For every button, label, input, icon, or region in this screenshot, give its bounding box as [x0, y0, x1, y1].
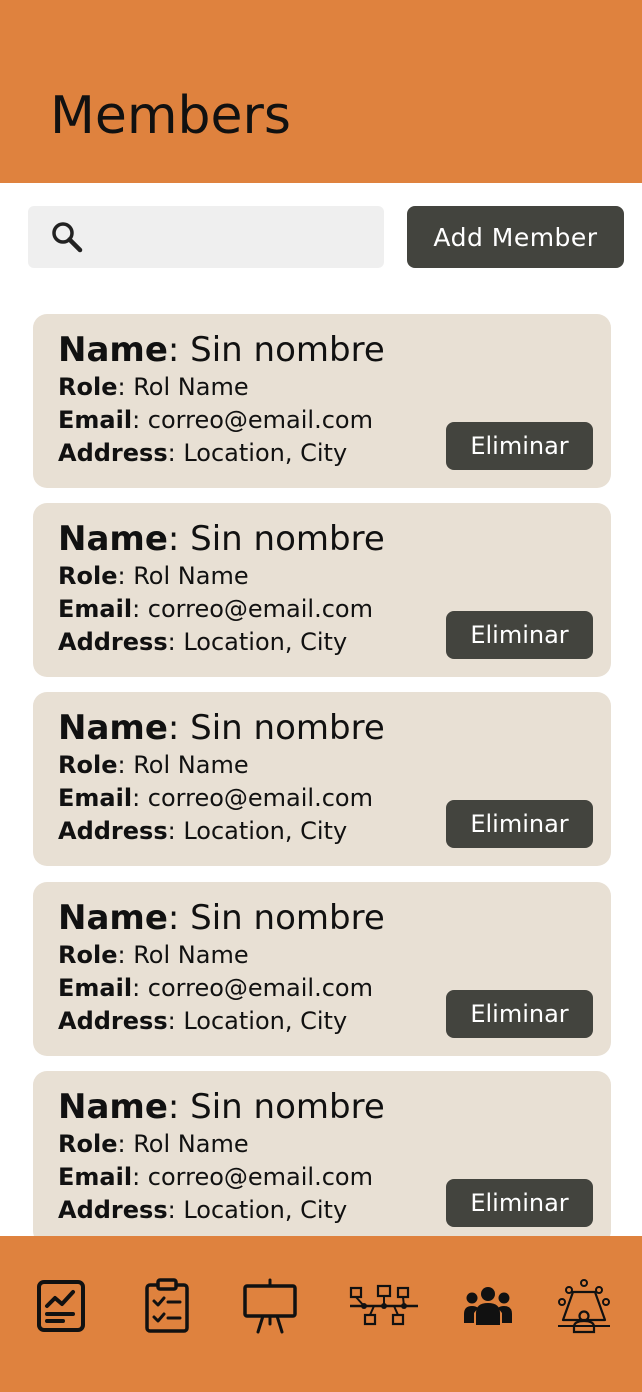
- name-key: Name: [58, 708, 168, 748]
- address-key: Address: [58, 1007, 168, 1035]
- delete-member-button[interactable]: Eliminar: [446, 800, 593, 848]
- bottom-nav: [0, 1236, 642, 1392]
- delete-member-button[interactable]: Eliminar: [446, 422, 593, 470]
- name-value: Sin nombre: [190, 330, 385, 370]
- member-name: Name: Sin nombre: [58, 708, 385, 748]
- email-key: Email: [58, 784, 133, 812]
- member-name: Name: Sin nombre: [58, 519, 385, 559]
- email-key: Email: [58, 406, 133, 434]
- role-key: Role: [58, 941, 118, 969]
- name-value: Sin nombre: [190, 519, 385, 559]
- nav-item-meeting[interactable]: [552, 1274, 616, 1338]
- address-key: Address: [58, 439, 168, 467]
- name-key: Name: [58, 1087, 168, 1127]
- name-key: Name: [58, 519, 168, 559]
- name-key: Name: [58, 898, 168, 938]
- nav-item-tasks[interactable]: [135, 1274, 199, 1338]
- workflow-diagram-icon: [348, 1284, 420, 1328]
- role-key: Role: [58, 562, 118, 590]
- members-group-icon: [463, 1285, 513, 1327]
- meeting-table-icon: [555, 1278, 613, 1334]
- member-role: Role: Rol Name: [58, 1130, 249, 1158]
- member-address: Address: Location, City: [58, 1196, 348, 1224]
- role-value: Rol Name: [133, 562, 249, 590]
- search-input[interactable]: [98, 216, 373, 258]
- member-address: Address: Location, City: [58, 628, 348, 656]
- email-value: correo@email.com: [147, 406, 373, 434]
- member-card: Name: Sin nombre Role: Rol Name Email: c…: [33, 1071, 611, 1236]
- member-list[interactable]: Name: Sin nombre Role: Rol Name Email: c…: [0, 0, 642, 1236]
- address-value: Location, City: [183, 1007, 348, 1035]
- member-address: Address: Location, City: [58, 439, 348, 467]
- role-key: Role: [58, 751, 118, 779]
- member-email: Email: correo@email.com: [58, 784, 373, 812]
- role-key: Role: [58, 1130, 118, 1158]
- email-value: correo@email.com: [147, 1163, 373, 1191]
- name-value: Sin nombre: [190, 1087, 385, 1127]
- role-value: Rol Name: [133, 1130, 249, 1158]
- member-role: Role: Rol Name: [58, 373, 249, 401]
- email-value: correo@email.com: [147, 784, 373, 812]
- member-email: Email: correo@email.com: [58, 595, 373, 623]
- member-email: Email: correo@email.com: [58, 406, 373, 434]
- member-role: Role: Rol Name: [58, 941, 249, 969]
- delete-member-button[interactable]: Eliminar: [446, 990, 593, 1038]
- member-name: Name: Sin nombre: [58, 898, 385, 938]
- nav-item-workflow[interactable]: [349, 1274, 419, 1338]
- report-chart-icon: [35, 1278, 87, 1334]
- delete-member-button[interactable]: Eliminar: [446, 611, 593, 659]
- member-card: Name: Sin nombre Role: Rol Name Email: c…: [33, 882, 611, 1056]
- nav-item-board[interactable]: [238, 1274, 302, 1338]
- address-key: Address: [58, 817, 168, 845]
- email-value: correo@email.com: [147, 595, 373, 623]
- address-value: Location, City: [183, 628, 348, 656]
- member-email: Email: correo@email.com: [58, 1163, 373, 1191]
- clipboard-checklist-icon: [143, 1277, 191, 1335]
- email-key: Email: [58, 1163, 133, 1191]
- member-name: Name: Sin nombre: [58, 330, 385, 370]
- search-box[interactable]: [28, 206, 384, 268]
- member-role: Role: Rol Name: [58, 751, 249, 779]
- nav-item-reports[interactable]: [29, 1274, 93, 1338]
- address-value: Location, City: [183, 817, 348, 845]
- member-email: Email: correo@email.com: [58, 974, 373, 1002]
- address-value: Location, City: [183, 1196, 348, 1224]
- nav-item-members[interactable]: [456, 1274, 520, 1338]
- email-key: Email: [58, 595, 133, 623]
- add-member-button[interactable]: Add Member: [407, 206, 624, 268]
- name-key: Name: [58, 330, 168, 370]
- member-card: Name: Sin nombre Role: Rol Name Email: c…: [33, 314, 611, 488]
- member-address: Address: Location, City: [58, 817, 348, 845]
- presentation-board-icon: [241, 1278, 299, 1334]
- address-key: Address: [58, 1196, 168, 1224]
- member-address: Address: Location, City: [58, 1007, 348, 1035]
- member-role: Role: Rol Name: [58, 562, 249, 590]
- name-value: Sin nombre: [190, 708, 385, 748]
- name-value: Sin nombre: [190, 898, 385, 938]
- member-name: Name: Sin nombre: [58, 1087, 385, 1127]
- role-value: Rol Name: [133, 751, 249, 779]
- role-value: Rol Name: [133, 941, 249, 969]
- member-card: Name: Sin nombre Role: Rol Name Email: c…: [33, 692, 611, 866]
- delete-member-button[interactable]: Eliminar: [446, 1179, 593, 1227]
- address-key: Address: [58, 628, 168, 656]
- role-key: Role: [58, 373, 118, 401]
- email-key: Email: [58, 974, 133, 1002]
- search-icon: [50, 220, 84, 254]
- email-value: correo@email.com: [147, 974, 373, 1002]
- role-value: Rol Name: [133, 373, 249, 401]
- address-value: Location, City: [183, 439, 348, 467]
- member-card: Name: Sin nombre Role: Rol Name Email: c…: [33, 503, 611, 677]
